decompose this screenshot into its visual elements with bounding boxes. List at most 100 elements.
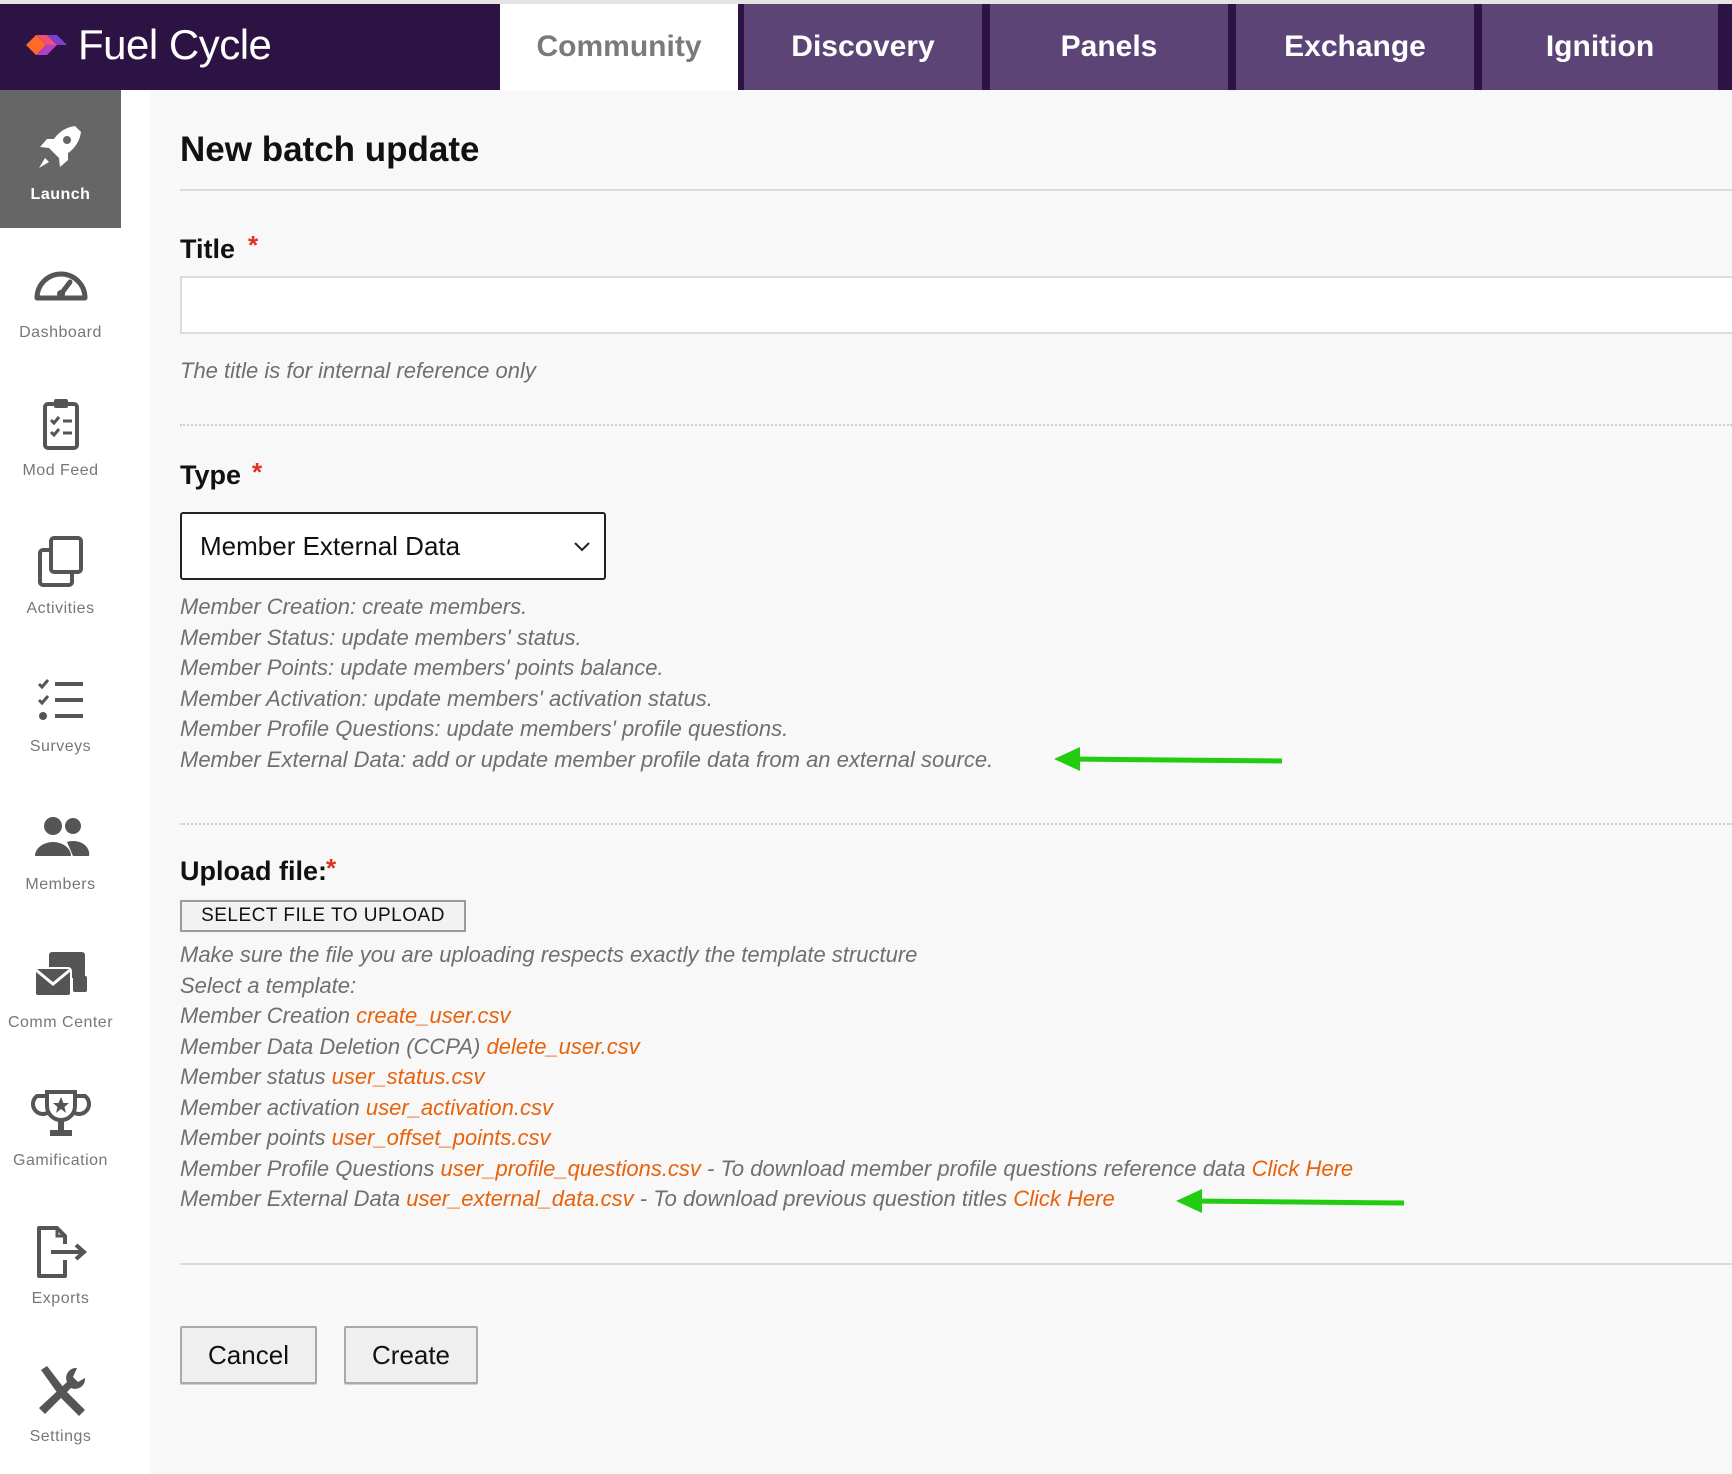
template-download-link[interactable]: create_user.csv — [356, 1003, 510, 1028]
type-select[interactable]: Member External Data — [180, 512, 606, 580]
type-help-text: Member Creation: create members. Member … — [180, 592, 993, 775]
template-note: - To download member profile questions r… — [700, 1155, 1252, 1181]
sidebar-item-label: Mod Feed — [22, 462, 99, 479]
template-download-link[interactable]: user_offset_points.csv — [332, 1125, 551, 1150]
sidebar-item-activities[interactable]: Activities — [0, 504, 121, 642]
tab-community[interactable]: Community — [500, 4, 738, 90]
sidebar-item-label: Exports — [31, 1290, 90, 1307]
template-row: Member points user_offset_points.csv — [180, 1123, 1353, 1154]
upload-help-text: Make sure the file you are uploading res… — [180, 940, 1353, 1215]
template-note: - To download previous question titles — [633, 1186, 1014, 1211]
tab-label: Ignition — [1545, 30, 1655, 63]
tab-label: Exchange — [1284, 30, 1426, 63]
title-input[interactable] — [180, 276, 1732, 334]
annotation-arrow-icon — [1176, 1189, 1405, 1213]
template-name: Member Creation — [180, 1003, 350, 1028]
sidebar-item-dashboard[interactable]: Dashboard — [0, 228, 121, 366]
top-navigation-bar: Fuel Cycle Community Discovery Panels Ex… — [0, 0, 1732, 90]
type-help-line: Member Creation: create members. — [180, 594, 528, 619]
type-help-line: Member Points: update members' points ba… — [180, 655, 664, 680]
export-icon — [36, 1226, 87, 1278]
sidebar-item-exports[interactable]: Exports — [0, 1194, 121, 1332]
sidebar-item-surveys[interactable]: Surveys — [0, 642, 121, 780]
sidebar-item-settings[interactable]: Settings — [0, 1332, 121, 1470]
upload-help-intro: Make sure the file you are uploading res… — [180, 942, 918, 967]
template-download-link[interactable]: user_activation.csv — [366, 1095, 553, 1120]
users-icon — [34, 817, 89, 856]
template-name: Member status — [180, 1064, 326, 1089]
page-title: New batch update — [180, 130, 480, 169]
template-row: Member Profile Questions user_profile_qu… — [180, 1154, 1353, 1185]
sidebar-item-label: Launch — [30, 186, 91, 203]
sidebar-item-mod-feed[interactable]: Mod Feed — [0, 366, 121, 504]
required-asterisk: * — [252, 457, 263, 487]
mail-icon — [33, 952, 87, 997]
sidebar-item-members[interactable]: Members — [0, 780, 121, 918]
gauge-icon — [34, 271, 87, 301]
template-download-link[interactable]: user_external_data.csv — [406, 1186, 633, 1211]
sidebar-item-comm-center[interactable]: Comm Center — [0, 918, 121, 1056]
sidebar-item-label: Gamification — [13, 1152, 108, 1169]
click-here-link[interactable]: Click Here — [1013, 1186, 1114, 1211]
template-name: Member points — [180, 1125, 326, 1150]
select-file-button[interactable]: SELECT FILE TO UPLOAD — [180, 900, 466, 932]
upload-field-label: Upload file: — [180, 856, 327, 886]
section-divider — [180, 424, 1732, 426]
tab-exchange[interactable]: Exchange — [1236, 4, 1474, 90]
copy-icon — [37, 536, 83, 587]
template-name: Member External Data — [180, 1186, 401, 1211]
sidebar-item-label: Activities — [26, 600, 95, 617]
template-row: Member Creation create_user.csv — [180, 1001, 1353, 1032]
template-row: Member status user_status.csv — [180, 1062, 1353, 1093]
template-download-link[interactable]: user_status.csv — [332, 1064, 485, 1089]
template-download-link[interactable]: delete_user.csv — [486, 1034, 639, 1059]
type-help-line: Member Profile Questions: update members… — [180, 716, 789, 741]
sidebar-item-label: Dashboard — [19, 324, 102, 341]
type-field-label: Type — [180, 460, 242, 490]
tab-panels[interactable]: Panels — [990, 4, 1228, 90]
rocket-icon — [38, 126, 81, 168]
checklist-icon — [37, 679, 83, 720]
title-help-text: The title is for internal reference only — [180, 358, 536, 383]
tab-label: Panels — [1060, 30, 1158, 63]
type-select-value: Member External Data — [200, 530, 461, 561]
title-divider — [180, 189, 1732, 191]
annotation-arrow-icon — [1054, 747, 1283, 771]
select-template-label: Select a template: — [180, 972, 357, 998]
template-row: Member Data Deletion (CCPA) delete_user.… — [180, 1032, 1353, 1063]
tab-label: Community — [536, 30, 702, 63]
sidebar-item-label: Comm Center — [7, 1014, 114, 1031]
sidebar-item-gamification[interactable]: Gamification — [0, 1056, 121, 1194]
required-asterisk: * — [248, 230, 259, 260]
type-help-line: Member Activation: update members' activ… — [180, 685, 713, 711]
section-divider — [180, 823, 1732, 825]
cancel-button[interactable]: Cancel — [180, 1326, 317, 1384]
required-asterisk: * — [326, 853, 337, 883]
actions-divider — [180, 1263, 1732, 1265]
template-download-link[interactable]: user_profile_questions.csv — [440, 1156, 700, 1181]
sidebar-item-label: Members — [25, 876, 96, 893]
sidebar: Launch Dashboard Mod Feed Activities Sur… — [0, 90, 121, 1474]
type-help-line: Member Status: update members' status. — [180, 624, 582, 650]
template-name: Member Profile Questions — [180, 1155, 435, 1181]
tab-ignition[interactable]: Ignition — [1482, 4, 1718, 90]
sidebar-item-launch[interactable]: Launch — [0, 90, 121, 228]
sidebar-item-label: Settings — [29, 1428, 92, 1445]
fuel-cycle-logo-icon — [26, 35, 67, 55]
chevron-down-icon — [574, 542, 590, 552]
tab-discovery[interactable]: Discovery — [744, 4, 982, 90]
type-help-line: Member External Data: add or update memb… — [180, 746, 994, 772]
brand-name: Fuel Cycle — [78, 21, 272, 68]
clipboard-icon — [42, 399, 79, 450]
template-name: Member activation — [180, 1094, 360, 1120]
tools-icon — [38, 1366, 85, 1416]
template-row: Member activation user_activation.csv — [180, 1093, 1353, 1124]
create-button[interactable]: Create — [344, 1326, 478, 1384]
trophy-icon — [30, 1090, 91, 1136]
tab-label: Discovery — [791, 30, 935, 63]
main-content: New batch update Title * The title is fo… — [150, 90, 1732, 1474]
click-here-link[interactable]: Click Here — [1252, 1156, 1353, 1181]
template-name: Member Data Deletion (CCPA) — [180, 1033, 481, 1059]
brand-logo[interactable]: Fuel Cycle — [26, 21, 272, 68]
sidebar-item-label: Surveys — [29, 738, 92, 755]
